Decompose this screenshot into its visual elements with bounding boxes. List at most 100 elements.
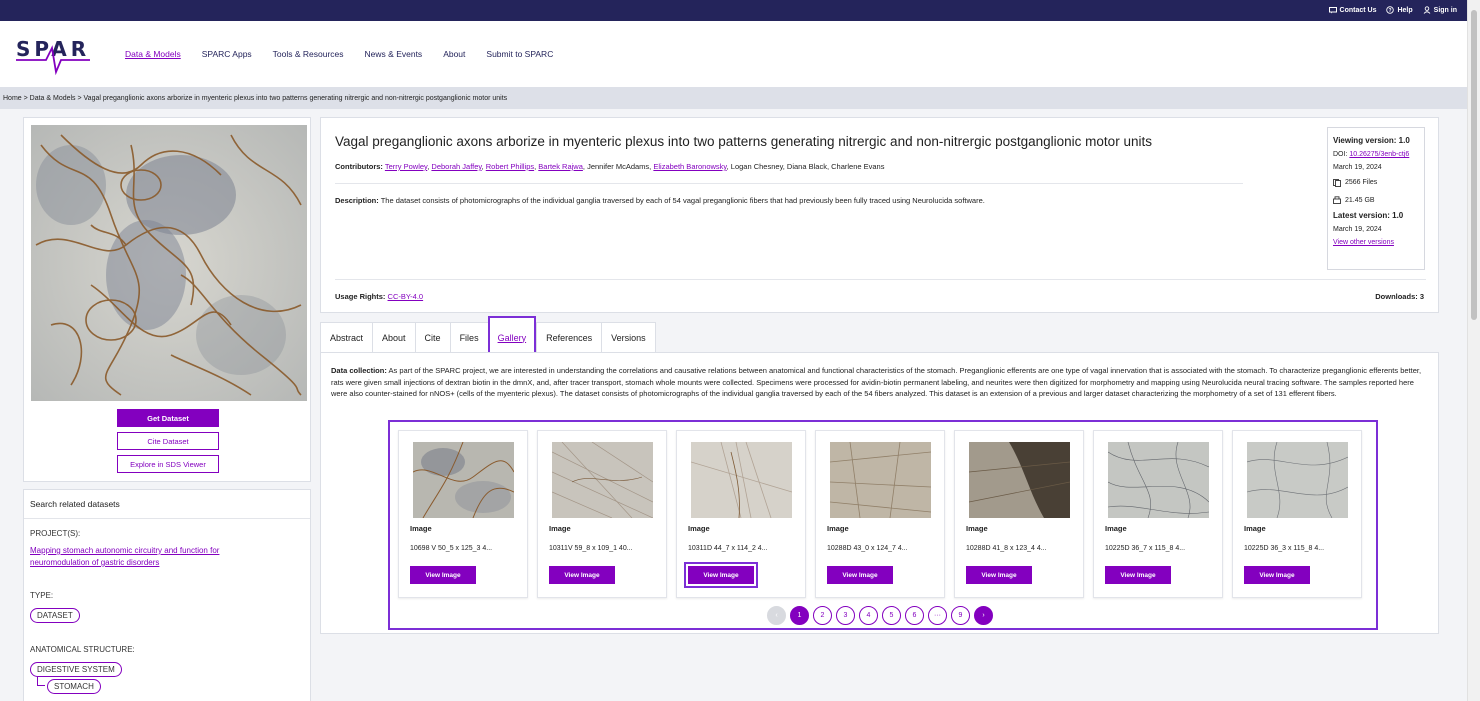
contributors: Contributors: Terry Powley, Deborah Jaff… <box>335 162 885 171</box>
gallery-card: Image 10225D 36_3 x 115_8 4... View Imag… <box>1232 430 1362 598</box>
view-image-button[interactable]: View Image <box>827 566 893 584</box>
breadcrumb[interactable]: Home > Data & Models > Vagal preganglion… <box>0 87 1467 109</box>
tab-files[interactable]: Files <box>449 322 488 353</box>
image-thumbnail[interactable] <box>691 442 792 518</box>
item-type: Image <box>1105 524 1127 533</box>
tab-abstract[interactable]: Abstract <box>320 322 373 353</box>
gallery-card: Image 10288D 41_8 x 123_4 4... View Imag… <box>954 430 1084 598</box>
files-icon <box>1333 178 1341 187</box>
tab-about[interactable]: About <box>372 322 415 353</box>
nav-news-events[interactable]: News & Events <box>365 49 423 59</box>
divider <box>335 183 1243 184</box>
description: Description: The dataset consists of pho… <box>335 196 985 205</box>
help-link[interactable]: ? Help <box>1386 6 1413 14</box>
doi-link[interactable]: 10.26275/3enb-ctj6 <box>1349 151 1409 158</box>
size-label: 21.45 GB <box>1345 196 1375 204</box>
license-link[interactable]: CC-BY-4.0 <box>388 292 424 301</box>
item-filename: 10288D 41_8 x 123_4 4... <box>966 545 1047 552</box>
gallery-card: Image 10698 V 50_5 x 125_3 4... View Ima… <box>398 430 528 598</box>
explore-sds-viewer-button[interactable]: Explore in SDS Viewer <box>117 455 219 473</box>
tab-cite[interactable]: Cite <box>414 322 450 353</box>
project-label: PROJECT(S): <box>30 529 81 538</box>
contact-us-link[interactable]: Contact Us <box>1328 6 1376 14</box>
nav-tools-resources[interactable]: Tools & Resources <box>273 49 344 59</box>
nav-data-models[interactable]: Data & Models <box>125 49 181 59</box>
nav-submit[interactable]: Submit to SPARC <box>486 49 553 59</box>
contributor-link[interactable]: Deborah Jaffey <box>431 162 481 171</box>
dataset-hero-image <box>31 125 307 401</box>
contributor-link[interactable]: Bartek Rajwa <box>538 162 583 171</box>
user-icon <box>1423 6 1430 14</box>
image-thumbnail[interactable] <box>413 442 514 518</box>
item-type: Image <box>1244 524 1266 533</box>
page-6-button[interactable]: 6 <box>905 606 924 625</box>
top-utility-bar: Contact Us ? Help Sign in <box>0 0 1467 21</box>
project-link[interactable]: Mapping stomach autonomic circuitry and … <box>30 545 280 569</box>
tab-references[interactable]: References <box>536 322 602 353</box>
page-4-button[interactable]: 4 <box>859 606 878 625</box>
description-label: Description: <box>335 196 379 205</box>
image-thumbnail[interactable] <box>969 442 1070 518</box>
page-1-button[interactable]: 1 <box>790 606 809 625</box>
sign-in-link[interactable]: Sign in <box>1423 6 1457 14</box>
image-thumbnail[interactable] <box>830 442 931 518</box>
gallery-pagination: ‹ 1 2 3 4 5 6 ··· 9 › <box>767 606 993 625</box>
chevron-right-icon: › <box>982 612 985 619</box>
item-filename: 10698 V 50_5 x 125_3 4... <box>410 545 493 552</box>
view-image-button[interactable]: View Image <box>549 566 615 584</box>
tree-connector <box>37 677 45 686</box>
item-filename: 10311V 59_8 x 109_1 40... <box>549 545 633 552</box>
usage-label: Usage Rights: <box>335 292 386 301</box>
type-label: TYPE: <box>30 591 54 600</box>
page-scrollbar[interactable] <box>1467 0 1480 701</box>
item-type: Image <box>688 524 710 533</box>
page-ellipsis-button[interactable]: ··· <box>928 606 947 625</box>
gallery-card: Image 10311V 59_8 x 109_1 40... View Ima… <box>537 430 667 598</box>
prev-page-button[interactable]: ‹ <box>767 606 786 625</box>
gallery-card: Image 10225D 36_7 x 115_8 4... View Imag… <box>1093 430 1223 598</box>
sparc-logo[interactable]: SPARC <box>16 37 105 78</box>
cite-dataset-button[interactable]: Cite Dataset <box>117 432 219 450</box>
contributor-link[interactable]: Terry Powley <box>385 162 427 171</box>
anatomical-label: ANATOMICAL STRUCTURE: <box>30 645 135 654</box>
tab-versions[interactable]: Versions <box>601 322 656 353</box>
scrollbar-thumb[interactable] <box>1471 10 1477 320</box>
image-thumbnail[interactable] <box>552 442 653 518</box>
collection-label: Data collection: <box>331 366 387 375</box>
view-image-button[interactable]: View Image <box>966 566 1032 584</box>
nav-sparc-apps[interactable]: SPARC Apps <box>202 49 252 59</box>
dataset-tabs: Abstract About Cite Files Gallery Refere… <box>320 316 656 359</box>
page-9-button[interactable]: 9 <box>951 606 970 625</box>
get-dataset-button[interactable]: Get Dataset <box>117 409 219 427</box>
related-datasets-panel: Search related datasets PROJECT(S): Mapp… <box>23 489 311 701</box>
gallery-card: Image 10288D 43_0 x 124_7 4... View Imag… <box>815 430 945 598</box>
digestive-system-tag[interactable]: DIGESTIVE SYSTEM <box>30 662 122 677</box>
storage-icon <box>1333 196 1341 204</box>
image-thumbnail[interactable] <box>1108 442 1209 518</box>
dataset-type-tag[interactable]: DATASET <box>30 608 80 623</box>
contributor-name: Jennifer McAdams, <box>587 162 652 171</box>
page-5-button[interactable]: 5 <box>882 606 901 625</box>
view-image-button[interactable]: View Image <box>1105 566 1171 584</box>
nav-about[interactable]: About <box>443 49 465 59</box>
view-other-versions-link[interactable]: View other versions <box>1333 239 1394 246</box>
related-heading: Search related datasets <box>24 490 310 519</box>
view-image-button[interactable]: View Image <box>684 562 758 588</box>
image-thumbnail[interactable] <box>1247 442 1348 518</box>
contributor-link[interactable]: Elizabeth Baronowsky <box>653 162 726 171</box>
data-collection-text: Data collection: As part of the SPARC pr… <box>331 365 1431 400</box>
contributor-names-tail: , Logan Chesney, Diana Black, Charlene E… <box>726 162 885 171</box>
chevron-left-icon: ‹ <box>775 612 778 619</box>
page-2-button[interactable]: 2 <box>813 606 832 625</box>
contributors-label: Contributors: <box>335 162 383 171</box>
help-label: Help <box>1397 6 1413 14</box>
view-image-button[interactable]: View Image <box>410 566 476 584</box>
file-count: 2566 Files <box>1333 176 1377 189</box>
next-page-button[interactable]: › <box>974 606 993 625</box>
viewing-version: Viewing version: 1.0 <box>1333 136 1410 145</box>
contributor-link[interactable]: Robert Phillips <box>486 162 534 171</box>
view-image-button[interactable]: View Image <box>1244 566 1310 584</box>
page-3-button[interactable]: 3 <box>836 606 855 625</box>
stomach-tag[interactable]: STOMACH <box>47 679 101 694</box>
site-header: SPARC Data & Models SPARC Apps Tools & R… <box>0 21 1467 87</box>
